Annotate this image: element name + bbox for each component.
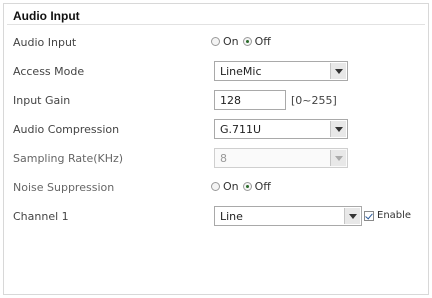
audio-input-panel: Audio Input Audio Input On Off Access Mo… xyxy=(3,3,429,295)
row-noise-suppression: Noise Suppression On Off xyxy=(4,173,430,203)
channel-1-label: Channel 1 xyxy=(13,210,69,223)
row-channel-1: Channel 1 Line Enable xyxy=(4,202,430,232)
channel-1-enable-label: Enable xyxy=(377,210,412,221)
section-title: Audio Input xyxy=(13,9,80,23)
audio-input-off-label: Off xyxy=(254,35,271,48)
audio-input-radio-group: On Off xyxy=(211,35,275,48)
sampling-rate-value: 8 xyxy=(220,152,227,165)
row-audio-input: Audio Input On Off xyxy=(4,28,430,58)
audio-input-on-radio[interactable] xyxy=(211,37,220,46)
chevron-down-icon[interactable] xyxy=(330,121,346,137)
noise-suppression-radio-group: On Off xyxy=(211,180,275,193)
chevron-down-icon[interactable] xyxy=(330,150,346,166)
audio-compression-select[interactable]: G.711U xyxy=(214,119,348,139)
channel-1-enable: Enable xyxy=(364,210,411,221)
channel-1-enable-checkbox[interactable] xyxy=(364,210,374,221)
audio-input-label: Audio Input xyxy=(13,36,77,49)
row-sampling-rate: Sampling Rate(KHz) 8 xyxy=(4,144,430,174)
row-access-mode: Access Mode LineMic xyxy=(4,57,430,87)
input-gain-label: Input Gain xyxy=(13,94,71,107)
access-mode-select[interactable]: LineMic xyxy=(214,61,348,81)
channel-1-value: Line xyxy=(220,210,243,223)
sampling-rate-label: Sampling Rate(KHz) xyxy=(13,152,124,165)
noise-suppression-on-label: On xyxy=(223,180,239,193)
audio-compression-label: Audio Compression xyxy=(13,123,120,136)
audio-input-on-label: On xyxy=(223,35,239,48)
noise-suppression-label: Noise Suppression xyxy=(13,181,115,194)
input-gain-field[interactable] xyxy=(214,90,286,110)
sampling-rate-select[interactable]: 8 xyxy=(214,148,348,168)
chevron-down-icon[interactable] xyxy=(344,208,360,224)
row-input-gain: Input Gain [0~255] xyxy=(4,86,430,116)
noise-suppression-off-radio[interactable] xyxy=(242,182,252,191)
audio-compression-value: G.711U xyxy=(220,123,262,136)
access-mode-label: Access Mode xyxy=(13,65,85,78)
input-gain-range: [0~255] xyxy=(291,94,337,107)
chevron-down-icon[interactable] xyxy=(330,63,346,79)
channel-1-select[interactable]: Line xyxy=(214,206,362,226)
title-divider xyxy=(7,24,425,25)
audio-input-off-radio[interactable] xyxy=(242,37,252,46)
noise-suppression-off-label: Off xyxy=(254,180,271,193)
noise-suppression-on-radio[interactable] xyxy=(211,182,220,191)
access-mode-value: LineMic xyxy=(220,65,262,78)
row-audio-compression: Audio Compression G.711U xyxy=(4,115,430,145)
